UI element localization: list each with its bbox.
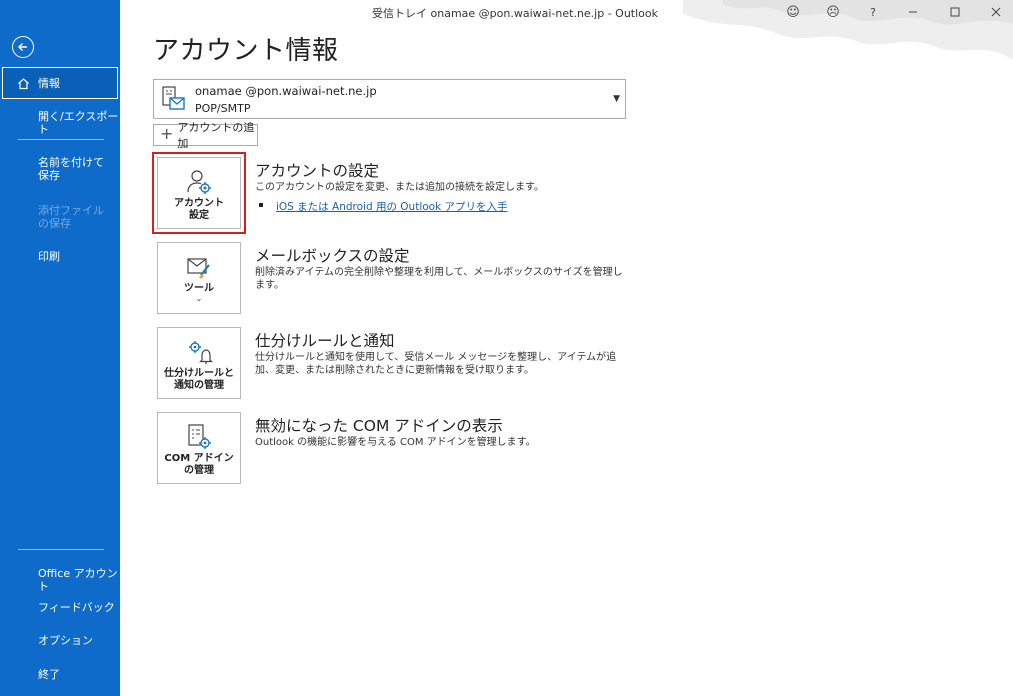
- com-addins-icon: [188, 424, 211, 449]
- tools-button[interactable]: ツール ⌄: [157, 242, 241, 314]
- sidebar-item-info[interactable]: 情報: [2, 67, 118, 99]
- account-type: POP/SMTP: [195, 102, 251, 115]
- account-settings-description: このアカウントの設定を変更、または追加の接続を設定します。: [255, 182, 544, 193]
- window-title: 受信トレイ onamae @pon.waiwai-net.ne.jp - Out…: [372, 7, 659, 20]
- account-settings-title: アカウントの設定: [255, 162, 380, 180]
- help-button[interactable]: ?: [861, 2, 885, 22]
- com-addins-description: Outlook の機能に影響を与える COM アドインを管理します。: [255, 437, 536, 448]
- sidebar-item-exit[interactable]: 終了: [0, 668, 120, 681]
- chevron-down-icon: ⌄: [195, 294, 203, 303]
- sidebar-item-feedback[interactable]: フィードバック: [0, 601, 120, 614]
- com-addins-button[interactable]: COM アドイン の管理: [157, 412, 241, 484]
- outlook-app-link-text: iOS または Android 用の Outlook アプリを入手: [276, 201, 508, 213]
- tile-label: アカウント 設定: [174, 198, 224, 221]
- tile-label: COM アドイン の管理: [164, 453, 234, 476]
- close-icon: [991, 7, 1001, 17]
- sidebar-divider: [18, 139, 104, 140]
- account-settings-icon: [187, 170, 211, 194]
- sidebar-item-save-attachments: 添付ファイルの保存: [38, 204, 104, 230]
- sidebar-item-office-account[interactable]: Office アカウント: [0, 567, 120, 593]
- outlook-backstage: 情報 開く/エクスポート 名前を付けて保存 添付ファイルの保存 印刷 Offic…: [0, 0, 1013, 696]
- sidebar-item-label: 情報: [38, 76, 60, 90]
- frown-button[interactable]: ☹: [821, 2, 845, 22]
- sidebar-divider: [18, 549, 104, 550]
- sidebar-item-open-export[interactable]: 開く/エクスポート: [0, 110, 120, 136]
- maximize-button[interactable]: [943, 2, 967, 22]
- account-settings-button[interactable]: アカウント 設定: [157, 157, 241, 229]
- close-button[interactable]: [984, 2, 1008, 22]
- mailbox-settings-title: メールボックスの設定: [255, 247, 410, 265]
- plus-icon: +: [160, 124, 174, 143]
- com-addins-title: 無効になった COM アドインの表示: [255, 417, 503, 435]
- maximize-icon: [950, 7, 960, 17]
- rules-alerts-description: 仕分けルールと通知を使用して、受信メール メッセージを整理し、アイテムが追加、変…: [255, 352, 617, 376]
- sidebar-item-save-as[interactable]: 名前を付けて保存: [0, 156, 120, 182]
- back-button[interactable]: [12, 36, 34, 58]
- rules-alerts-button[interactable]: 仕分けルールと 通知の管理: [157, 327, 241, 399]
- arrow-left-icon: [18, 43, 27, 51]
- sidebar-item-print[interactable]: 印刷: [0, 250, 120, 263]
- tile-label: 仕分けルールと 通知の管理: [164, 368, 234, 391]
- add-account-label: アカウントの追加: [177, 121, 255, 150]
- add-account-button[interactable]: + アカウントの追加: [153, 121, 258, 150]
- mailbox-settings-description: 削除済みアイテムの完全削除や整理を利用して、メールボックスのサイズを管理します。: [255, 267, 623, 291]
- smile-button[interactable]: ☺: [781, 2, 805, 22]
- mailbox-tools-icon: [187, 258, 210, 279]
- account-dropdown[interactable]: onamae @pon.waiwai-net.ne.jp POP/SMTP ▼: [153, 79, 626, 119]
- title-bar: 受信トレイ onamae @pon.waiwai-net.ne.jp - Out…: [120, 0, 1013, 60]
- sidebar-item-options[interactable]: オプション: [0, 634, 120, 647]
- account-email: onamae @pon.waiwai-net.ne.jp: [195, 84, 377, 98]
- minimize-icon: [909, 11, 917, 13]
- page-title: アカウント情報: [153, 36, 339, 66]
- rules-alerts-icon: [189, 341, 213, 364]
- backstage-sidebar: 情報 開く/エクスポート 名前を付けて保存 添付ファイルの保存 印刷 Offic…: [0, 0, 120, 696]
- outlook-app-link[interactable]: iOS または Android 用の Outlook アプリを入手: [259, 199, 508, 214]
- rules-alerts-title: 仕分けルールと通知: [255, 332, 395, 350]
- mail-account-icon: [162, 86, 185, 110]
- minimize-button[interactable]: [901, 2, 925, 22]
- home-icon: [18, 77, 29, 89]
- chevron-down-icon: ▼: [613, 94, 620, 104]
